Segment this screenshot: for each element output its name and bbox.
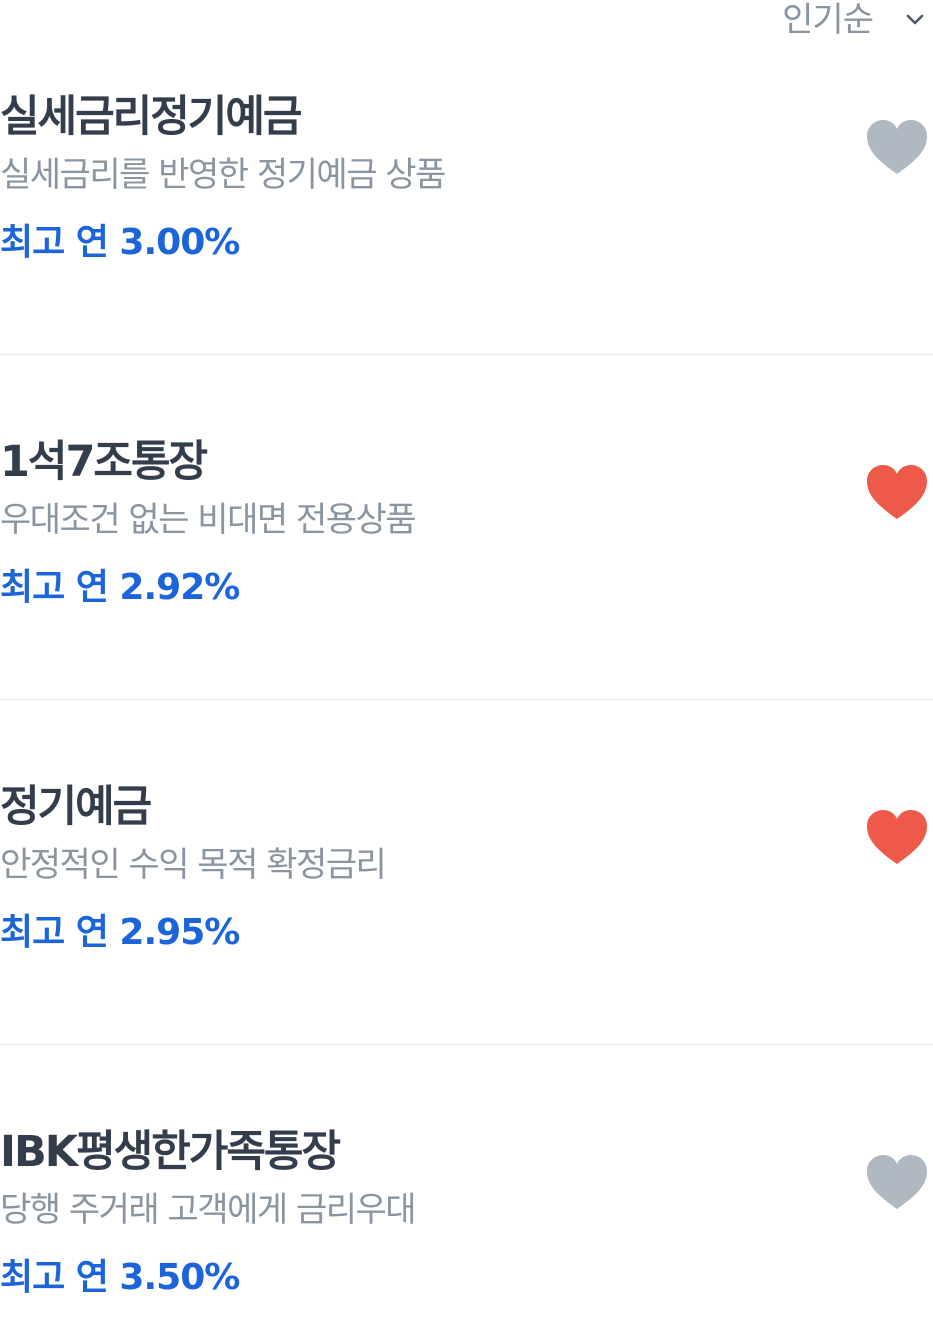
product-rate: 최고 연 3.50% — [0, 1257, 240, 1298]
heart-icon[interactable] — [865, 118, 929, 176]
product-rate: 최고 연 2.95% — [0, 912, 240, 953]
product-title: IBK평생한가족통장 — [0, 1127, 341, 1177]
product-description: 실세금리를 반영한 정기예금 상품 — [0, 155, 446, 195]
product-rate: 최고 연 3.00% — [0, 222, 240, 263]
product-title: 실세금리정기예금 — [0, 92, 302, 142]
sort-dropdown[interactable]: 인기순 — [782, 0, 933, 40]
product-title: 1석7조통장 — [0, 437, 208, 487]
chevron-down-icon — [906, 14, 924, 25]
product-description: 당행 주거래 고객에게 금리우대 — [0, 1190, 417, 1230]
divider — [0, 1043, 933, 1046]
heart-icon[interactable] — [865, 1153, 929, 1211]
heart-filled-icon[interactable] — [865, 463, 929, 521]
product-rate: 최고 연 2.92% — [0, 567, 240, 608]
product-item[interactable]: 정기예금 안정적인 수익 목적 확정금리 최고 연 2.95% — [0, 779, 933, 956]
product-description: 우대조건 없는 비대면 전용상품 — [0, 500, 417, 540]
product-list-page: 인기순 실세금리정기예금 실세금리를 반영한 정기예금 상품 최고 연 3.00… — [0, 0, 933, 1321]
sort-label: 인기순 — [782, 0, 874, 40]
heart-filled-icon[interactable] — [865, 808, 929, 866]
product-title: 정기예금 — [0, 782, 152, 832]
product-item[interactable]: 1석7조통장 우대조건 없는 비대면 전용상품 최고 연 2.92% — [0, 434, 933, 611]
divider — [0, 353, 933, 356]
product-item[interactable]: 실세금리정기예금 실세금리를 반영한 정기예금 상품 최고 연 3.00% — [0, 89, 933, 266]
divider — [0, 698, 933, 701]
product-description: 안정적인 수익 목적 확정금리 — [0, 845, 387, 885]
product-item[interactable]: IBK평생한가족통장 당행 주거래 고객에게 금리우대 최고 연 3.50% — [0, 1124, 933, 1301]
